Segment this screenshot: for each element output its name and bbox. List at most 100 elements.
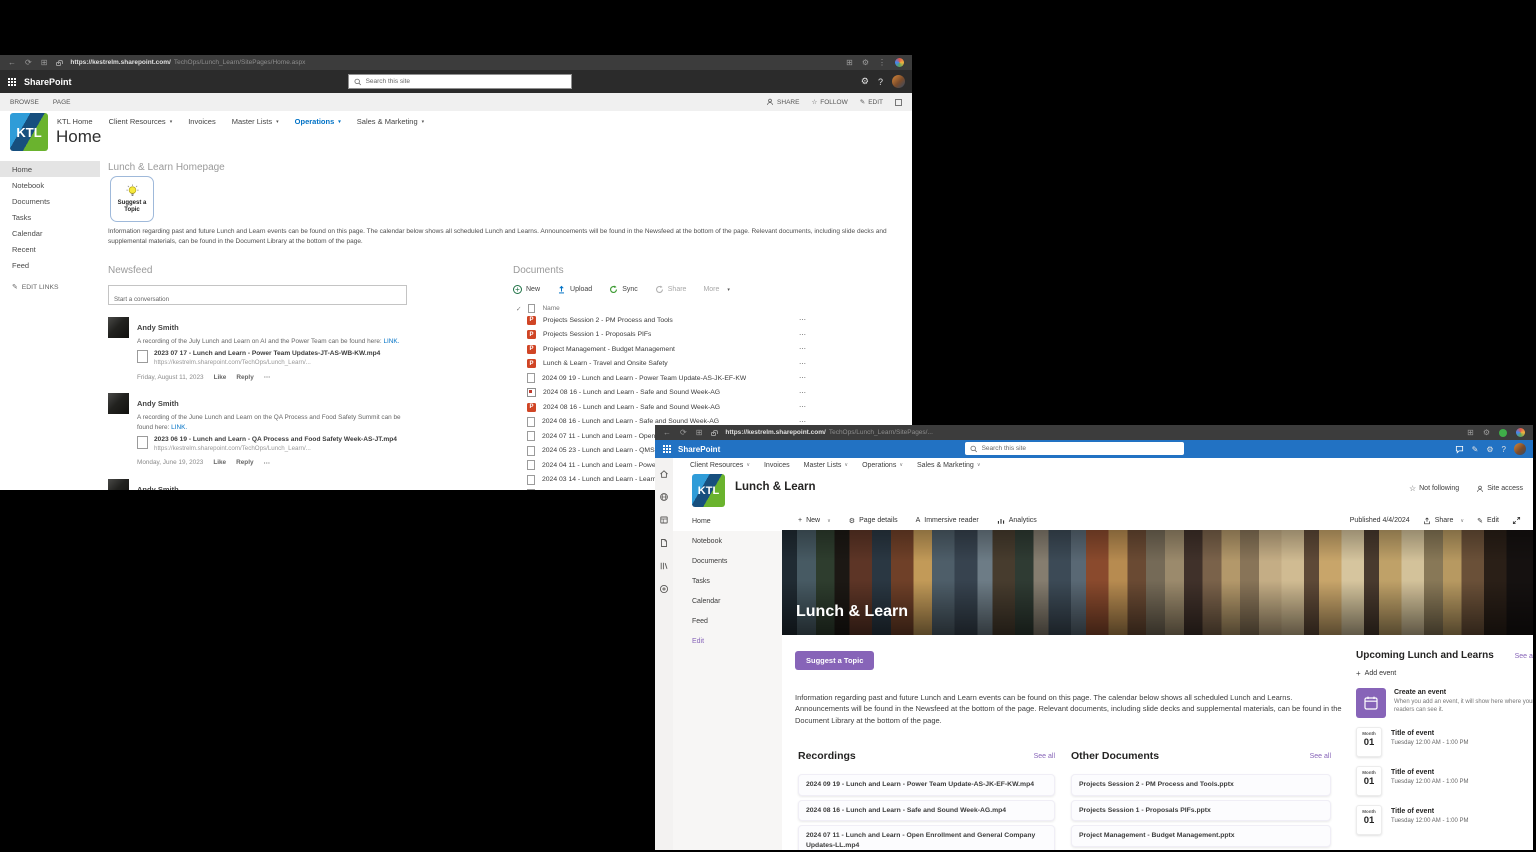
- analytics-button[interactable]: Analytics: [997, 517, 1037, 525]
- site-access-button[interactable]: Site access: [1476, 485, 1523, 493]
- select-all-check-icon[interactable]: ✓: [516, 305, 521, 313]
- ktl-site-logo[interactable]: KTL: [692, 474, 725, 507]
- document-item[interactable]: Project Management - Budget Management.p…: [1071, 825, 1331, 847]
- sidebar-item-feed[interactable]: Feed: [0, 257, 100, 273]
- author-avatar[interactable]: [108, 317, 129, 338]
- event-item[interactable]: Month 01 Title of event Tuesday 12:00 AM…: [1356, 766, 1533, 796]
- browser-profile-avatar[interactable]: [1516, 428, 1525, 437]
- immersive-reader-button[interactable]: A Immersive reader: [916, 517, 979, 524]
- tabs-icon[interactable]: ⊞: [696, 425, 703, 440]
- attachment-name[interactable]: 2023 06 19 - Lunch and Learn - QA Proces…: [154, 436, 397, 443]
- row-more-icon[interactable]: ⋯: [799, 389, 807, 397]
- conversation-composer[interactable]: [108, 285, 407, 305]
- globe-icon[interactable]: [659, 492, 669, 502]
- document-row[interactable]: P2024 08 16 - Lunch and Learn - Safe and…: [513, 400, 905, 415]
- sidebar-item-calendar[interactable]: Calendar: [673, 591, 782, 611]
- refresh-icon[interactable]: ⟳: [680, 425, 687, 440]
- sidebar-item-documents[interactable]: Documents: [673, 551, 782, 571]
- tab-browse[interactable]: BROWSE: [10, 99, 39, 106]
- app-launcher-icon[interactable]: [8, 78, 16, 86]
- post-more-icon[interactable]: ⋯: [264, 373, 271, 381]
- address-bar[interactable]: https://kestrelm.sharepoint.com/ TechOps…: [725, 429, 933, 436]
- like-button[interactable]: Like: [214, 374, 227, 381]
- sidebar-item-home[interactable]: Home: [673, 511, 782, 531]
- nav-invoices[interactable]: Invoices: [188, 117, 216, 126]
- post-more-icon[interactable]: ⋯: [264, 459, 271, 467]
- post-link[interactable]: LINK.: [171, 424, 187, 431]
- sidebar-item-tasks[interactable]: Tasks: [673, 571, 782, 591]
- tab-page[interactable]: PAGE: [53, 99, 71, 106]
- site-search-box[interactable]: [348, 74, 572, 89]
- tabs-icon[interactable]: ⊞: [41, 55, 48, 70]
- document-item[interactable]: Projects Session 1 - Proposals PIFs.pptx: [1071, 800, 1331, 822]
- nav-sales-marketing[interactable]: Sales & Marketing▾: [357, 117, 424, 126]
- nav-operations[interactable]: Operations▾: [295, 117, 341, 126]
- share-button[interactable]: SHARE: [766, 98, 799, 106]
- search-input[interactable]: [366, 78, 566, 85]
- help-icon[interactable]: ?: [878, 77, 883, 87]
- user-avatar[interactable]: [892, 75, 905, 88]
- post-author[interactable]: Andy Smith: [137, 485, 179, 490]
- event-item[interactable]: Month 01 Title of event Tuesday 12:00 AM…: [1356, 727, 1533, 757]
- other-documents-see-all-link[interactable]: See all: [1310, 753, 1331, 760]
- extensions-icon[interactable]: ⊞: [1467, 425, 1474, 440]
- row-more-icon[interactable]: ⋯: [799, 345, 807, 353]
- sidebar-item-documents[interactable]: Documents: [0, 193, 100, 209]
- document-row[interactable]: PLunch & Learn - Travel and Onsite Safet…: [513, 357, 905, 372]
- sidebar-item-notebook[interactable]: Notebook: [0, 177, 100, 193]
- suggest-a-topic-tile[interactable]: Suggest a Topic: [110, 176, 154, 222]
- sidebar-item-feed[interactable]: Feed: [673, 611, 782, 631]
- pencil-icon[interactable]: ✎: [1472, 445, 1479, 454]
- address-bar[interactable]: https://kestrelm.sharepoint.com/ TechOps…: [70, 59, 305, 66]
- browser-settings-icon[interactable]: ⚙: [862, 55, 869, 70]
- upload-button[interactable]: Upload: [557, 285, 592, 294]
- notebook-icon[interactable]: [659, 515, 669, 525]
- browser-profile-avatar[interactable]: [895, 58, 904, 67]
- page-details-button[interactable]: ⚙ Page details: [849, 517, 898, 525]
- recordings-see-all-link[interactable]: See all: [1034, 753, 1055, 760]
- add-event-button[interactable]: + Add event: [1356, 669, 1533, 678]
- share-document-button[interactable]: Share: [655, 285, 687, 294]
- sidebar-item-recent[interactable]: Recent: [0, 241, 100, 257]
- nav-client-resources[interactable]: Client Resources▾: [109, 117, 173, 126]
- nav-ktl-home[interactable]: KTL Home: [57, 117, 93, 126]
- settings-gear-icon[interactable]: ⚙: [861, 76, 869, 87]
- chat-bubble-icon[interactable]: [1455, 445, 1464, 454]
- recording-item[interactable]: 2024 08 16 - Lunch and Learn - Safe and …: [798, 800, 1055, 822]
- browser-profile-avatar[interactable]: [1499, 429, 1507, 437]
- author-avatar[interactable]: [108, 393, 129, 414]
- back-icon[interactable]: ←: [663, 425, 671, 440]
- help-icon[interactable]: ?: [1502, 445, 1506, 454]
- post-link[interactable]: LINK.: [383, 338, 399, 345]
- event-item[interactable]: Month 01 Title of event Tuesday 12:00 AM…: [1356, 805, 1533, 835]
- new-button[interactable]: + New ∨: [798, 517, 831, 524]
- documents-title[interactable]: Documents: [513, 265, 905, 276]
- name-column-header[interactable]: Name: [542, 305, 559, 312]
- nav-sales-marketing[interactable]: Sales & Marketing∨: [917, 462, 980, 469]
- site-search-box[interactable]: [965, 442, 1184, 455]
- attachment-name[interactable]: 2023 07 17 - Lunch and Learn - Power Tea…: [154, 350, 380, 357]
- reply-button[interactable]: Reply: [236, 374, 253, 381]
- reply-button[interactable]: Reply: [236, 459, 253, 466]
- sidebar-item-notebook[interactable]: Notebook: [673, 531, 782, 551]
- library-books-icon[interactable]: [659, 561, 669, 571]
- row-more-icon[interactable]: ⋯: [799, 403, 807, 411]
- nav-operations[interactable]: Operations∨: [862, 462, 903, 469]
- sidebar-item-calendar[interactable]: Calendar: [0, 225, 100, 241]
- newsfeed-title[interactable]: Newsfeed: [108, 265, 407, 276]
- row-more-icon[interactable]: ⋯: [799, 360, 807, 368]
- new-document-button[interactable]: + New: [513, 285, 540, 294]
- document-row[interactable]: 2024 09 19 - Lunch and Learn - Power Tea…: [513, 371, 905, 386]
- recording-item[interactable]: 2024 09 19 - Lunch and Learn - Power Tea…: [798, 774, 1055, 796]
- suggest-a-topic-button[interactable]: Suggest a Topic: [795, 651, 874, 670]
- upcoming-see-all-link[interactable]: See all: [1515, 653, 1533, 660]
- post-attachment[interactable]: 2023 06 19 - Lunch and Learn - QA Proces…: [137, 436, 407, 452]
- edit-nav-button[interactable]: Edit: [673, 631, 782, 651]
- back-icon[interactable]: ←: [8, 55, 16, 70]
- row-more-icon[interactable]: ⋯: [799, 374, 807, 382]
- search-input[interactable]: [982, 445, 1179, 452]
- site-title[interactable]: Lunch & Learn: [735, 481, 816, 493]
- document-icon[interactable]: [659, 538, 669, 548]
- more-button[interactable]: More ▾: [703, 286, 729, 293]
- document-item[interactable]: Projects Session 2 - PM Process and Tool…: [1071, 774, 1331, 796]
